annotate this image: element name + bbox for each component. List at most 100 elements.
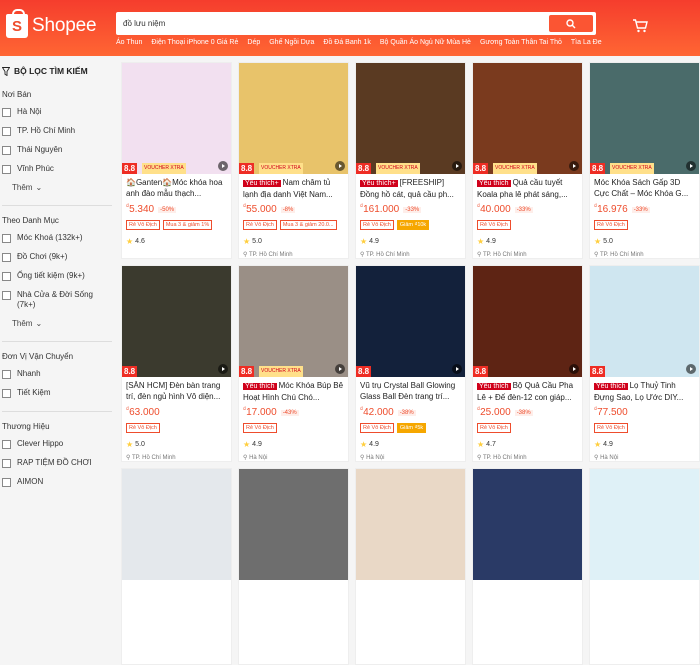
checkbox[interactable] (2, 478, 11, 487)
product-card[interactable]: 8.8 [SẴN HCM] Đèn bàn trang trí, đèn ngủ … (121, 265, 232, 462)
show-more-label: Thêm (12, 319, 33, 328)
location-label: Hà Nội (600, 455, 619, 461)
star-icon: ★ (477, 440, 485, 449)
star-icon: ★ (594, 237, 602, 246)
product-image[interactable]: 8.8 (356, 266, 465, 377)
product-image[interactable]: 8.8 VOUCHER XTRA (122, 63, 231, 174)
product-image[interactable]: 8.8 VOUCHER XTRA (590, 63, 699, 174)
checkbox[interactable] (2, 389, 11, 398)
sale-88-badge: 8.8 (239, 163, 255, 174)
search-hint-link[interactable]: Ghế Ngồi Dựa (269, 39, 314, 46)
search-bar (116, 12, 596, 35)
product-card[interactable]: 8.8 VOUCHER XTRA Móc Khóa Sách Gấp 3D Cực … (589, 62, 700, 259)
filter-option[interactable]: Hà Nội (2, 107, 112, 117)
search-input[interactable] (116, 12, 549, 35)
promo-chip: Rẻ Vô Địch (477, 423, 511, 433)
product-card[interactable] (355, 468, 466, 665)
filter-option[interactable]: Nhanh (2, 369, 112, 379)
product-image[interactable]: 8.8 (122, 266, 231, 377)
filter-option[interactable]: Clever Hippo (2, 439, 112, 449)
promo-chips: Rẻ Vô Địch (126, 423, 227, 433)
product-image[interactable]: 8.8 VOUCHER XTRA (239, 63, 348, 174)
product-image[interactable]: 8.8 VOUCHER XTRA (356, 63, 465, 174)
rating-value: 4.9 (486, 238, 496, 245)
filter-option[interactable]: Tiết Kiệm (2, 388, 112, 398)
filter-option[interactable]: AIMON (2, 477, 112, 487)
currency-symbol: ₫ (243, 204, 247, 210)
product-card[interactable] (121, 468, 232, 665)
shopee-logo[interactable]: S Shopee (6, 9, 97, 38)
favorite-badge: Yêu thích+ (360, 180, 398, 187)
checkbox[interactable] (2, 234, 11, 243)
product-card[interactable] (472, 468, 583, 665)
product-info: Yêu thích Quả cầu tuyết Koala pha lê phát… (473, 174, 582, 258)
sale-88-badge: 8.8 (122, 163, 138, 174)
product-image[interactable]: 8.8 VOUCHER XTRA (473, 63, 582, 174)
filter-option[interactable]: Móc Khoá (132k+) (2, 233, 112, 243)
product-card[interactable]: 8.8 VOUCHER XTRA Yêu thích+ [FREESHIP] Đồng… (355, 62, 466, 259)
product-rating: ★ 4.6 (126, 237, 227, 246)
product-card[interactable] (238, 468, 349, 665)
filter-option-label: Móc Khoá (132k+) (17, 233, 83, 242)
checkbox[interactable] (2, 165, 11, 174)
filter-option[interactable]: Thái Nguyên (2, 145, 112, 155)
product-info: Yêu thích Bộ Quả Cầu Pha Lê + Đế đèn-12 c… (473, 377, 582, 461)
product-card[interactable]: 8.8 VOUCHER XTRA Yêu thích Quả cầu tuyết Ko… (472, 62, 583, 259)
product-card[interactable]: 8.8 VOUCHER XTRA 🏠Ganten🏠Móc khóa hoa anh … (121, 62, 232, 259)
product-image[interactable]: 8.8 (590, 266, 699, 377)
checkbox[interactable] (2, 291, 11, 300)
search-hint-link[interactable]: Dép (247, 39, 260, 46)
product-price: ₫55.000 -8% (243, 204, 344, 215)
product-card[interactable]: 8.8 Yêu thích Lọ Thuỷ Tinh Đựng Sao, Lọ Ướ… (589, 265, 700, 462)
voucher-tag: VOUCHER XTRA (376, 163, 420, 174)
checkbox[interactable] (2, 127, 11, 136)
product-image[interactable]: 8.8 VOUCHER XTRA (239, 266, 348, 377)
filter-option[interactable]: Đồ Chơi (9k+) (2, 252, 112, 262)
promo-chip: Mua 3 & giảm 1% (162, 220, 213, 230)
product-card[interactable]: 8.8 Yêu thích Bộ Quả Cầu Pha Lê + Đế đèn-1… (472, 265, 583, 462)
search-hint-link[interactable]: Bộ Quần Áo Ngủ Nữ Mùa Hè (380, 39, 471, 46)
currency-symbol: ₫ (594, 204, 598, 210)
checkbox[interactable] (2, 146, 11, 155)
product-card[interactable]: 8.8 VOUCHER XTRA Yêu thích+ Nam châm tủ lạn… (238, 62, 349, 259)
show-more-button[interactable]: Thêm ⌄ (12, 319, 112, 328)
rating-value: 4.9 (369, 441, 379, 448)
product-card[interactable] (589, 468, 700, 665)
price-value: ₫17.000 (243, 407, 277, 418)
favorite-badge: Yêu thích (594, 383, 628, 390)
product-rating: ★ 4.9 (477, 237, 578, 246)
product-title: Yêu thích+ Nam châm tủ lạnh địa danh Việt… (243, 178, 333, 199)
show-more-button[interactable]: Thêm ⌄ (12, 183, 112, 192)
header: S Shopee Áo Thun Điện Thoại iPhone 0 Giá … (0, 0, 700, 56)
checkbox[interactable] (2, 440, 11, 449)
search-button[interactable] (549, 15, 593, 32)
checkbox[interactable] (2, 459, 11, 468)
checkbox[interactable] (2, 370, 11, 379)
sale-88-badge: 8.8 (356, 366, 372, 377)
currency-symbol: ₫ (126, 204, 130, 210)
checkbox[interactable] (2, 253, 11, 262)
filter-option-label: Tiết Kiệm (17, 388, 51, 397)
product-location: ⚲ Hà Nội (360, 454, 461, 461)
currency-symbol: ₫ (477, 204, 481, 210)
location-label: TP. Hồ Chí Minh (482, 455, 527, 461)
filter-option[interactable]: Vĩnh Phúc (2, 164, 112, 174)
checkbox[interactable] (2, 272, 11, 281)
product-image[interactable]: 8.8 (473, 266, 582, 377)
search-hint-link[interactable]: Đồ Đá Banh 1k (323, 39, 370, 46)
voucher-tag: VOUCHER XTRA (259, 366, 303, 377)
checkbox[interactable] (2, 108, 11, 117)
search-hint-link[interactable]: Điện Thoại iPhone 0 Giá Rẻ (151, 39, 238, 46)
search-hint-link[interactable]: Áo Thun (116, 39, 142, 46)
product-card[interactable]: 8.8 Vũ trụ Crystal Ball Glowing Glass Bal… (355, 265, 466, 462)
filter-option[interactable]: RAP TIỆM ĐỒ CHƠI (2, 458, 112, 468)
cart-button[interactable] (632, 19, 648, 35)
product-info: Yêu thích Móc Khóa Búp Bê Hoạt Hình Chú C… (239, 377, 348, 461)
filter-option[interactable]: Nhà Cửa & Đời Sống (7k+) (2, 290, 112, 310)
product-card[interactable]: 8.8 VOUCHER XTRA Yêu thích Móc Khóa Búp Bê … (238, 265, 349, 462)
filter-option[interactable]: Ống tiết kiệm (9k+) (2, 271, 112, 281)
location-label: TP. Hồ Chí Minh (131, 455, 176, 461)
search-hint-link[interactable]: Tìa La Đe (571, 39, 602, 46)
search-hint-link[interactable]: Gương Toàn Thân Tai Thỏ (480, 39, 562, 46)
filter-option[interactable]: TP. Hồ Chí Minh (2, 126, 112, 136)
